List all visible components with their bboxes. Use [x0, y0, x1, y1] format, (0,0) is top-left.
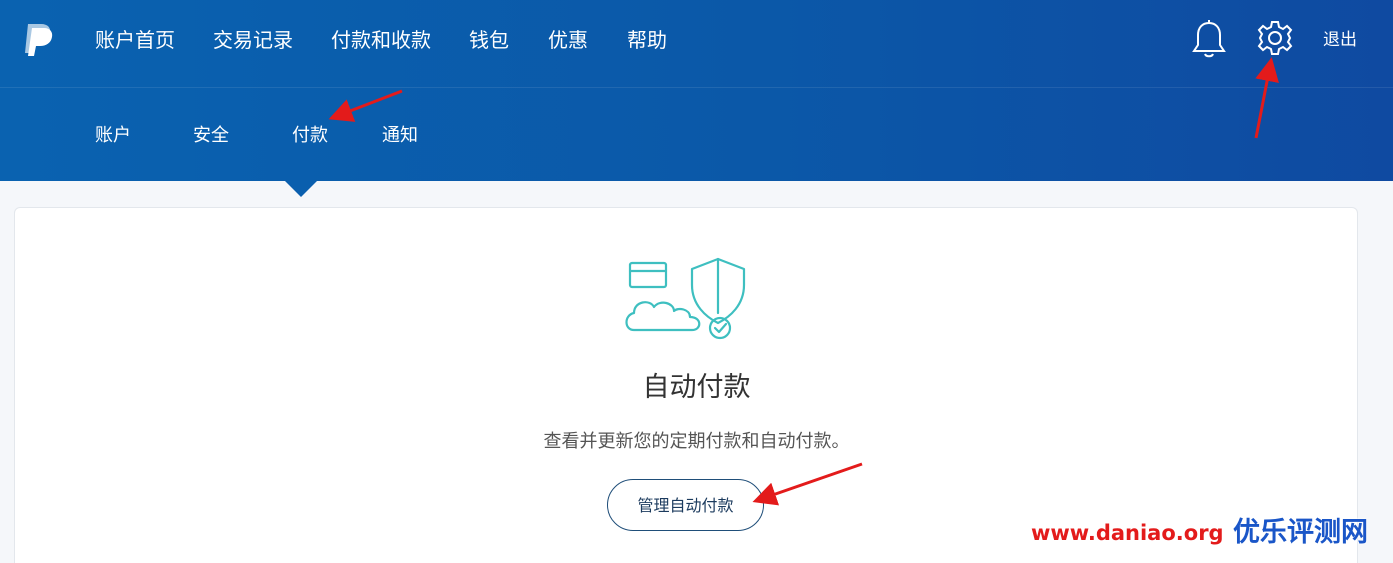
main-nav-help[interactable]: 帮助 [627, 25, 667, 55]
logout-link[interactable]: 退出 [1323, 28, 1357, 52]
bell-icon[interactable] [1190, 18, 1228, 60]
header-divider [0, 87, 1393, 88]
paypal-logo-icon[interactable] [19, 20, 57, 58]
watermark-url: www.daniao.org [1031, 521, 1224, 545]
tab-notifications[interactable]: 通知 [382, 123, 418, 149]
watermark-site-name: 优乐评测网 [1233, 517, 1368, 548]
main-nav-wallet[interactable]: 钱包 [469, 25, 509, 55]
manage-auto-pay-button[interactable]: 管理自动付款 [607, 479, 764, 531]
main-nav-account-home[interactable]: 账户首页 [95, 25, 175, 55]
header-bar [0, 0, 1393, 181]
tab-security[interactable]: 安全 [193, 123, 229, 149]
card-cloud-shield-icon [625, 257, 746, 340]
tab-account[interactable]: 账户 [95, 123, 131, 149]
auto-pay-description: 查看并更新您的定期付款和自动付款。 [543, 431, 850, 452]
main-nav-offers[interactable]: 优惠 [548, 25, 588, 55]
active-tab-indicator [284, 180, 318, 197]
auto-pay-title: 自动付款 [642, 372, 751, 403]
gear-icon[interactable] [1256, 19, 1294, 57]
tab-payments[interactable]: 付款 [292, 123, 328, 149]
main-nav-activity[interactable]: 交易记录 [213, 25, 293, 55]
main-nav-send-request[interactable]: 付款和收款 [331, 25, 431, 55]
